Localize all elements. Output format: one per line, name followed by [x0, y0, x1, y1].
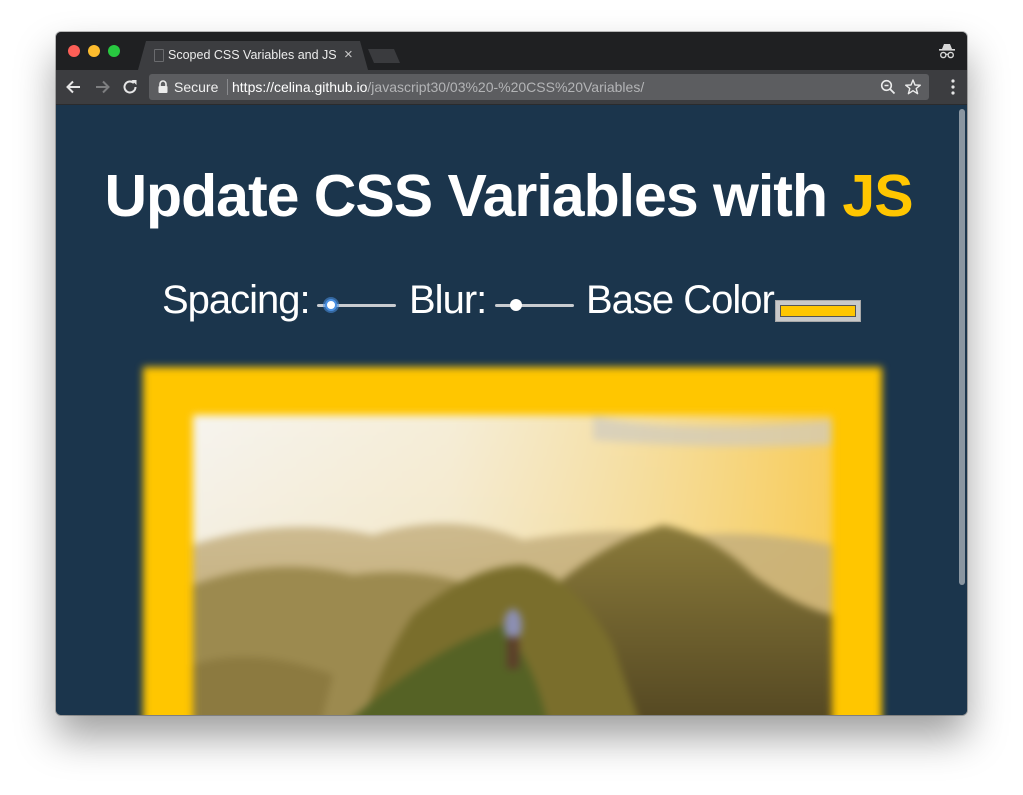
minimize-window-button[interactable]: [88, 45, 100, 57]
spacing-slider[interactable]: [317, 298, 396, 314]
url-host: https://celina.github.io: [232, 79, 368, 95]
browser-window: Scoped CSS Variables and JS × Secure htt…: [56, 32, 967, 715]
hero-image: [193, 415, 832, 715]
incognito-icon: [939, 44, 955, 59]
url-text[interactable]: https://celina.github.io/javascript30/03…: [232, 79, 644, 95]
tab-close-icon[interactable]: ×: [344, 46, 353, 64]
lock-icon: [158, 80, 168, 93]
url-path: /javascript30/03%20-%20CSS%20Variables/: [367, 79, 645, 95]
page-favicon-icon: [154, 49, 164, 62]
page-title-accent: JS: [842, 163, 913, 229]
forward-icon[interactable]: [92, 77, 112, 97]
security-label: Secure: [174, 79, 219, 95]
page-viewport: Update CSS Variables with JS Spacing: Bl…: [56, 105, 967, 715]
reload-icon[interactable]: [120, 77, 140, 97]
address-divider: [227, 79, 228, 95]
browser-toolbar: Secure https://celina.github.io/javascri…: [56, 70, 967, 105]
page-title-text: Update CSS Variables with: [104, 163, 843, 229]
base-color-label: Base Color: [586, 278, 775, 322]
blur-slider-thumb[interactable]: [509, 299, 522, 311]
menu-icon[interactable]: [951, 79, 955, 95]
tab-active[interactable]: Scoped CSS Variables and JS ×: [138, 41, 368, 70]
address-bar[interactable]: Secure https://celina.github.io/javascri…: [149, 74, 929, 100]
tab-strip: Scoped CSS Variables and JS ×: [56, 32, 967, 70]
spacing-slider-thumb[interactable]: [325, 299, 338, 311]
maximize-window-button[interactable]: [108, 45, 120, 57]
base-color-swatch: [780, 305, 856, 317]
page-title: Update CSS Variables with JS: [86, 161, 931, 231]
base-color-picker[interactable]: [775, 300, 861, 322]
zoom-icon[interactable]: [879, 78, 897, 96]
tab-title: Scoped CSS Variables and JS: [168, 48, 337, 62]
vertical-scrollbar[interactable]: [959, 109, 965, 585]
blur-slider-track: [495, 304, 574, 307]
blur-slider[interactable]: [495, 298, 574, 314]
blur-label: Blur:: [409, 278, 487, 322]
spacing-label: Spacing:: [162, 278, 311, 322]
new-tab-button[interactable]: [368, 49, 400, 63]
star-icon[interactable]: [904, 78, 922, 96]
close-window-button[interactable]: [68, 45, 80, 57]
back-icon[interactable]: [64, 77, 84, 97]
